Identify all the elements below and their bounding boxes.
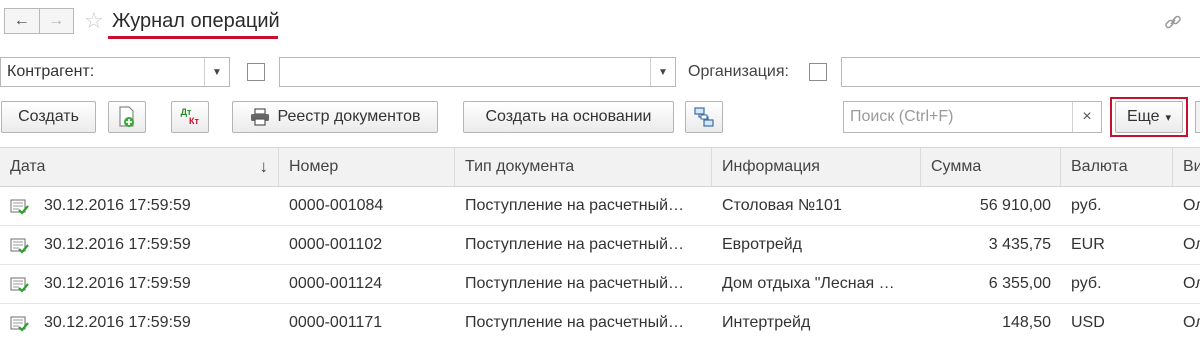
kt-label: Кт [189, 116, 199, 126]
hierarchy-icon [694, 107, 714, 127]
cell-extra: Ол [1183, 314, 1200, 331]
organization-checkbox[interactable] [809, 63, 827, 81]
star-icon[interactable]: ☆ [84, 8, 104, 34]
counterparty-value-field[interactable]: ▼ [279, 57, 676, 87]
posted-document-icon [10, 316, 29, 332]
cell-doc-type: Поступление на расчетный… [465, 236, 685, 253]
help-button-partial[interactable] [1195, 101, 1200, 133]
cell-currency: руб. [1071, 275, 1102, 292]
cell-extra: Ол [1183, 197, 1200, 214]
navigation-buttons: ← → [4, 8, 74, 34]
document-registry-button[interactable]: Реестр документов [232, 101, 438, 133]
forward-button[interactable]: → [39, 8, 74, 34]
link-icon[interactable] [1163, 12, 1183, 32]
page-title: Журнал операций [112, 10, 280, 32]
chevron-down-icon[interactable]: ▼ [204, 58, 229, 86]
cell-doc-type: Поступление на расчетный… [465, 314, 685, 331]
posted-document-icon [10, 238, 29, 254]
title-underline [108, 36, 278, 39]
table-header: Дата ↓ Номер Тип документа Информация Су… [0, 147, 1200, 187]
chevron-down-icon: ▾ [1165, 111, 1172, 124]
create-based-on-button[interactable]: Создать на основании [463, 101, 674, 133]
cell-sum: 3 435,75 [988, 236, 1051, 253]
cell-sum: 148,50 [1002, 314, 1051, 331]
cell-info: Столовая №101 [722, 197, 842, 214]
back-button[interactable]: ← [4, 8, 40, 34]
search-box: × [843, 101, 1102, 133]
table-row[interactable]: 30.12.2016 17:59:59 0000-001102 Поступле… [0, 226, 1200, 265]
more-button[interactable]: Еще ▾ [1115, 101, 1183, 133]
column-header-date[interactable]: Дата ↓ [0, 148, 279, 186]
cell-extra: Ол [1183, 275, 1200, 292]
cell-date: 30.12.2016 17:59:59 [44, 314, 191, 331]
column-header-extra[interactable]: Ви [1173, 148, 1200, 186]
cell-number: 0000-001084 [289, 197, 384, 214]
arrow-right-icon: → [48, 12, 65, 29]
close-icon[interactable]: × [1072, 102, 1101, 132]
table-row[interactable]: 30.12.2016 17:59:59 0000-001124 Поступле… [0, 265, 1200, 304]
posted-document-icon [10, 277, 29, 293]
printer-icon [250, 108, 270, 126]
column-header-sum[interactable]: Сумма [921, 148, 1061, 186]
more-label: Еще [1126, 108, 1160, 125]
cell-currency: USD [1071, 314, 1105, 331]
document-registry-label: Реестр документов [277, 108, 421, 125]
cell-number: 0000-001171 [289, 314, 383, 331]
table-row[interactable]: 30.12.2016 17:59:59 0000-001171 Поступле… [0, 304, 1200, 343]
more-button-highlight: Еще ▾ [1110, 97, 1188, 137]
search-input[interactable] [844, 102, 1072, 132]
column-header-number[interactable]: Номер [279, 148, 455, 186]
organization-field[interactable] [841, 57, 1200, 87]
posted-document-icon [10, 199, 29, 215]
cell-info: Евротрейд [722, 236, 803, 253]
counterparty-label: Контрагент: [7, 63, 95, 80]
create-button[interactable]: Создать [1, 101, 96, 133]
cell-sum: 6 355,00 [988, 275, 1051, 292]
table-row[interactable]: 30.12.2016 17:59:59 0000-001084 Поступле… [0, 187, 1200, 226]
arrow-left-icon: ← [13, 12, 30, 29]
cell-currency: руб. [1071, 197, 1102, 214]
cell-info: Дом отдыха "Лесная … [722, 275, 895, 292]
cell-info: Интертрейд [722, 314, 811, 331]
column-header-currency[interactable]: Валюта [1061, 148, 1173, 186]
dt-kt-button[interactable]: Дт Кт [171, 101, 209, 133]
cell-sum: 56 910,00 [979, 197, 1051, 214]
chevron-down-icon[interactable]: ▼ [650, 58, 675, 86]
cell-doc-type: Поступление на расчетный… [465, 275, 685, 292]
copy-document-button[interactable] [108, 101, 146, 133]
cell-date: 30.12.2016 17:59:59 [44, 236, 191, 253]
counterparty-checkbox[interactable] [247, 63, 265, 81]
column-label: Дата [10, 158, 46, 175]
cell-number: 0000-001124 [289, 275, 383, 292]
counterparty-filter[interactable]: Контрагент: ▼ [0, 57, 230, 87]
cell-date: 30.12.2016 17:59:59 [44, 275, 191, 292]
cell-number: 0000-001102 [289, 236, 383, 253]
column-header-doc-type[interactable]: Тип документа [455, 148, 712, 186]
sort-arrow-icon: ↓ [259, 157, 269, 176]
cell-currency: EUR [1071, 236, 1105, 253]
cell-date: 30.12.2016 17:59:59 [44, 197, 191, 214]
add-document-icon [119, 106, 134, 127]
organization-label: Организация: [688, 63, 789, 80]
structure-button[interactable] [685, 101, 723, 133]
cell-doc-type: Поступление на расчетный… [465, 197, 685, 214]
cell-extra: Ол [1183, 236, 1200, 253]
column-header-info[interactable]: Информация [712, 148, 921, 186]
